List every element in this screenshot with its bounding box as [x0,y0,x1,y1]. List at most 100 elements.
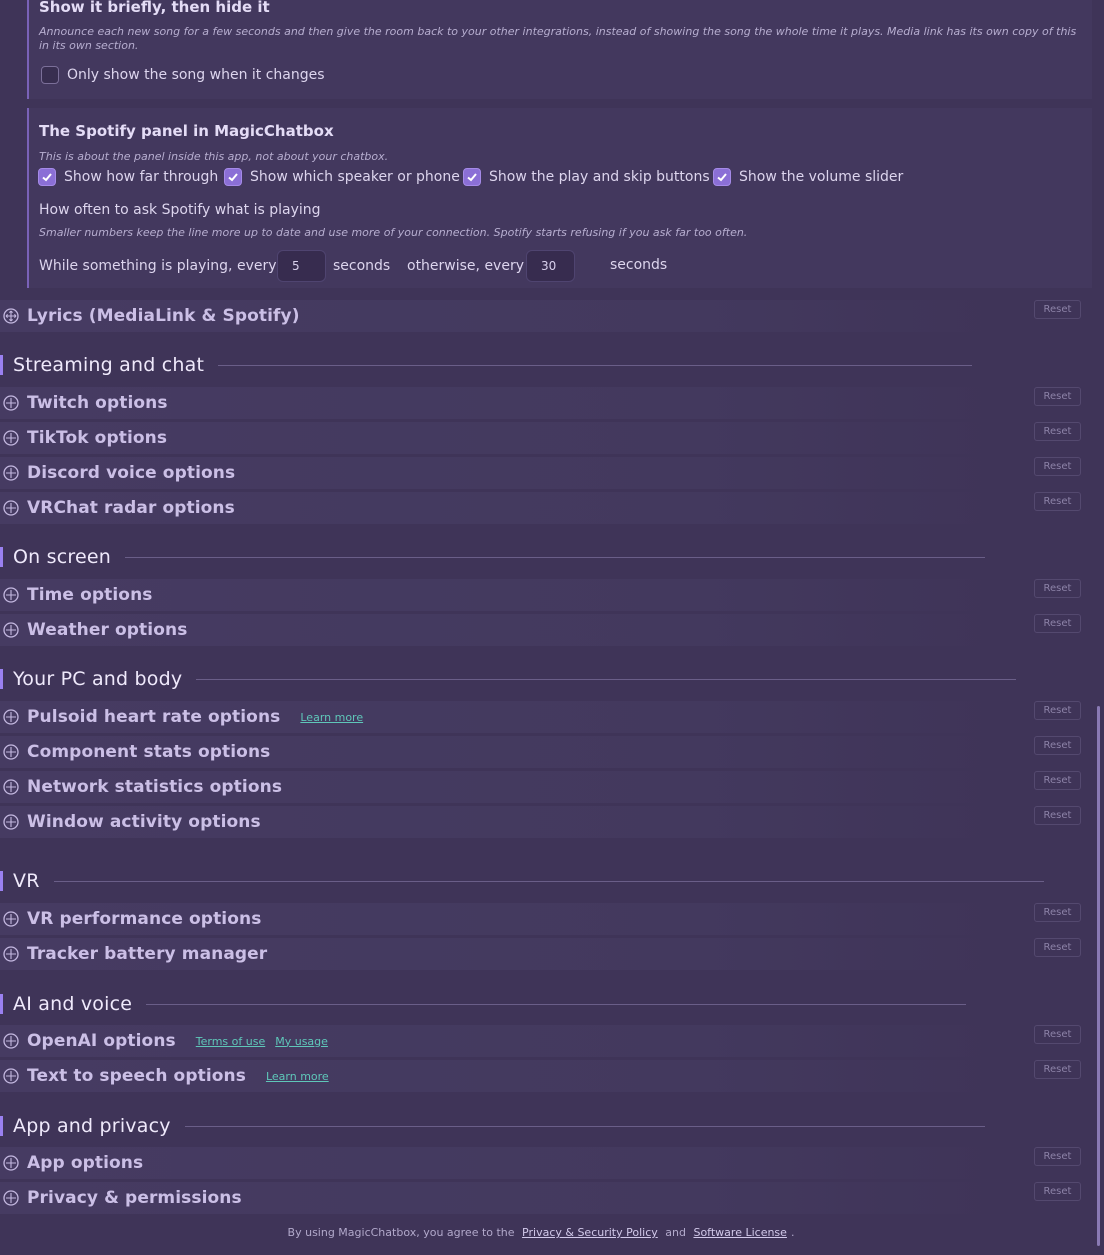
section-accent-bar [0,355,3,375]
tts-reset-button[interactable]: Reset [1034,1060,1081,1079]
discord-reset-button[interactable]: Reset [1034,457,1081,476]
weather-options-row[interactable]: Weather options [0,614,1000,646]
playing-interval-input[interactable]: 5 [277,250,326,282]
footer-suffix: . [790,1226,795,1239]
lyrics-row-label: Lyrics (MediaLink & Spotify) [27,306,300,326]
privacy-reset-button[interactable]: Reset [1034,1182,1081,1201]
expand-arrows-icon [3,1155,19,1171]
spotify-progress-checkbox[interactable] [38,168,56,186]
spotify-device-label: Show which speaker or phone [250,169,460,185]
network-stats-row[interactable]: Network statistics options [0,771,1000,803]
section-vr-title: VR [13,870,40,892]
expand-arrows-icon [3,814,19,830]
section-accent-bar [0,1116,3,1136]
section-pc: Your PC and body [0,667,1017,691]
spotify-device-checkbox-row[interactable]: Show which speaker or phone [224,168,460,186]
window-activity-row[interactable]: Window activity options [0,806,1000,838]
window-activity-reset-button[interactable]: Reset [1034,806,1081,825]
expand-arrows-icon [3,622,19,638]
window-activity-label: Window activity options [27,812,261,832]
tracker-battery-reset-button[interactable]: Reset [1034,938,1081,957]
spotify-panel-settings: The Spotify panel in MagicChatbox This i… [27,108,1092,288]
discord-voice-options-label: Discord voice options [27,463,236,483]
vrchat-radar-options-label: VRChat radar options [27,498,235,518]
expand-arrows-icon [3,709,19,725]
privacy-permissions-label: Privacy & permissions [27,1188,242,1208]
time-options-row[interactable]: Time options [0,579,1000,611]
spotify-volume-checkbox-row[interactable]: Show the volume slider [713,168,903,186]
section-accent-bar [0,994,3,1014]
time-reset-button[interactable]: Reset [1034,579,1081,598]
lyrics-reset-button[interactable]: Reset [1034,300,1081,319]
expand-arrows-icon [3,946,19,962]
only-show-on-change-checkbox-row[interactable]: Only show the song when it changes [41,66,325,84]
section-ai: AI and voice [0,992,967,1016]
spotify-volume-label: Show the volume slider [739,169,904,185]
pulsoid-reset-button[interactable]: Reset [1034,701,1081,720]
spotify-controls-checkbox-row[interactable]: Show the play and skip buttons [463,168,710,186]
section-app-title: App and privacy [13,1115,171,1137]
expand-arrows-icon [3,430,19,446]
spotify-panel-description: This is about the panel inside this app,… [39,150,389,163]
twitch-options-row[interactable]: Twitch options [0,387,1000,419]
expand-arrows-icon [3,465,19,481]
footer-legal: By using MagicChatbox, you agree to the … [0,1226,1082,1239]
openai-options-row[interactable]: OpenAI options Terms of use My usage [0,1025,1000,1057]
privacy-policy-link[interactable]: Privacy & Security Policy [522,1226,658,1239]
twitch-reset-button[interactable]: Reset [1034,387,1081,406]
section-divider [184,1125,985,1127]
medialink-brief-panel: Show it briefly, then hide it Announce e… [27,0,1092,99]
tts-learn-more-link[interactable]: Learn more [266,1070,329,1083]
component-stats-reset-button[interactable]: Reset [1034,736,1081,755]
app-options-row[interactable]: App options [0,1147,1000,1179]
spotify-progress-label: Show how far through [64,169,219,185]
section-divider [146,1003,967,1005]
expand-arrows-icon [3,308,19,324]
openai-usage-link[interactable]: My usage [275,1035,328,1048]
network-stats-reset-button[interactable]: Reset [1034,771,1081,790]
playing-seconds-label: seconds [333,258,391,274]
pulsoid-options-label: Pulsoid heart rate options [27,707,281,727]
expand-arrows-icon [3,744,19,760]
spotify-volume-checkbox[interactable] [713,168,731,186]
vr-performance-row[interactable]: VR performance options [0,903,1000,935]
footer-and: and [665,1226,686,1239]
tiktok-options-row[interactable]: TikTok options [0,422,1000,454]
pulsoid-learn-more-link[interactable]: Learn more [300,711,363,724]
tiktok-reset-button[interactable]: Reset [1034,422,1081,441]
vr-performance-reset-button[interactable]: Reset [1034,903,1081,922]
tracker-battery-row[interactable]: Tracker battery manager [0,938,1000,970]
section-vr: VR [0,869,1044,893]
openai-terms-link[interactable]: Terms of use [196,1035,265,1048]
spotify-panel-title: The Spotify panel in MagicChatbox [39,122,334,140]
spotify-progress-checkbox-row[interactable]: Show how far through [38,168,218,186]
section-divider [196,678,1017,680]
otherwise-seconds-label: seconds [610,257,668,273]
tiktok-options-label: TikTok options [27,428,168,448]
discord-voice-options-row[interactable]: Discord voice options [0,457,1000,489]
lyrics-row[interactable]: Lyrics (MediaLink & Spotify) [0,300,1000,332]
otherwise-interval-input[interactable]: 30 [526,250,575,282]
component-stats-row[interactable]: Component stats options [0,736,1000,768]
weather-options-label: Weather options [27,620,188,640]
app-options-reset-button[interactable]: Reset [1034,1147,1081,1166]
spotify-device-checkbox[interactable] [224,168,242,186]
openai-options-label: OpenAI options [27,1031,176,1051]
vrchat-radar-reset-button[interactable]: Reset [1034,492,1081,511]
privacy-permissions-row[interactable]: Privacy & permissions [0,1182,1000,1214]
software-license-link[interactable]: Software License [693,1226,786,1239]
scrollbar-thumb[interactable] [1097,706,1100,1246]
weather-reset-button[interactable]: Reset [1034,614,1081,633]
only-show-on-change-checkbox[interactable] [41,66,59,84]
tracker-battery-label: Tracker battery manager [27,944,268,964]
expand-arrows-icon [3,1033,19,1049]
openai-reset-button[interactable]: Reset [1034,1025,1081,1044]
tts-options-row[interactable]: Text to speech options Learn more [0,1060,1000,1092]
app-options-label: App options [27,1153,144,1173]
pulsoid-options-row[interactable]: Pulsoid heart rate options Learn more [0,701,1000,733]
section-accent-bar [0,871,3,891]
vrchat-radar-options-row[interactable]: VRChat radar options [0,492,1000,524]
settings-page: Show it briefly, then hide it Announce e… [0,0,1104,1255]
checkmark-icon [467,173,477,182]
spotify-controls-checkbox[interactable] [463,168,481,186]
